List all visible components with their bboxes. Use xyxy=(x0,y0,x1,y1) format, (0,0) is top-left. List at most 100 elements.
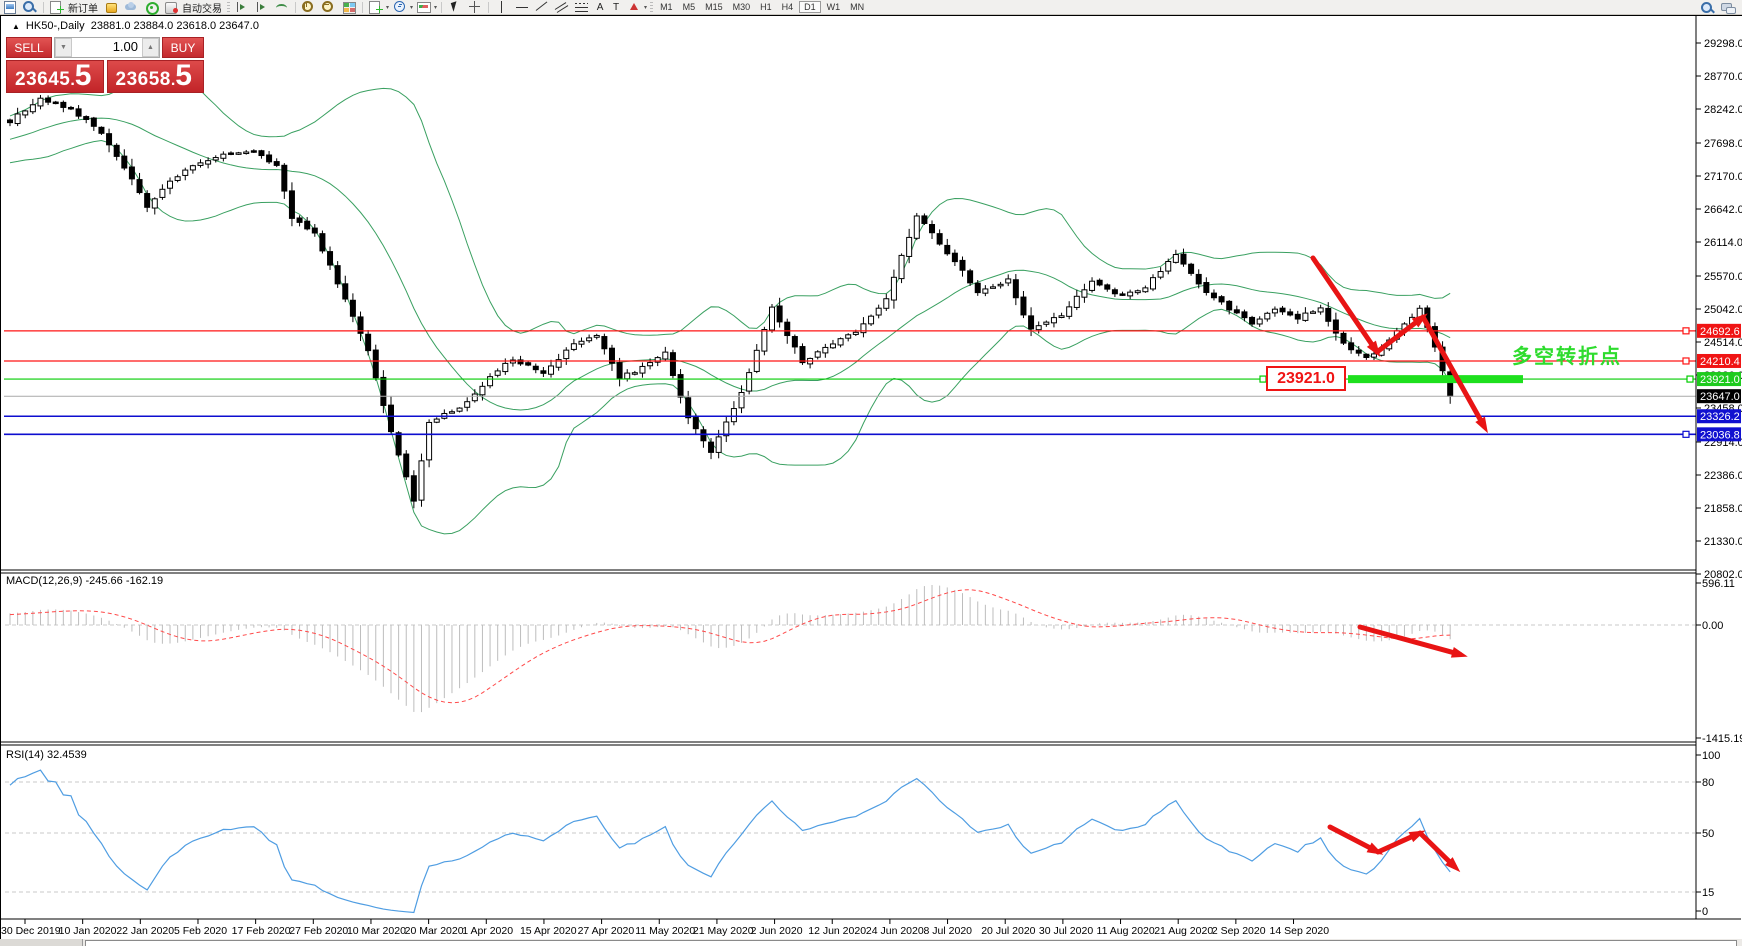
timeframe-w1[interactable]: W1 xyxy=(823,2,845,12)
buy-price-button[interactable]: 23658.5 xyxy=(107,60,205,93)
bottom-pane xyxy=(85,940,1737,946)
fibonacci-icon xyxy=(575,1,589,13)
svg-text:21 May 2020: 21 May 2020 xyxy=(693,925,754,937)
collapse-arrow-icon[interactable]: ▲ xyxy=(12,22,20,31)
sell-button[interactable]: SELL xyxy=(6,37,52,58)
chevron-down-icon: ▾ xyxy=(410,4,413,11)
svg-text:30 Jul 2020: 30 Jul 2020 xyxy=(1039,925,1093,937)
search-icon xyxy=(1701,2,1715,14)
svg-text:25042.0: 25042.0 xyxy=(1704,304,1742,316)
chart-mode-button[interactable] xyxy=(272,1,292,14)
svg-text:1 Apr 2020: 1 Apr 2020 xyxy=(462,925,513,937)
svg-text:21858.0: 21858.0 xyxy=(1704,503,1742,515)
buy-price-main: 23658 xyxy=(116,69,171,91)
cursor-tool-button[interactable] xyxy=(445,1,465,14)
crosshair-tool-button[interactable] xyxy=(465,1,485,14)
horizontal-line-icon xyxy=(515,1,529,13)
toolbar-separator xyxy=(43,2,44,13)
indicators-button[interactable]: ▾ xyxy=(366,1,390,14)
volume-spinner[interactable]: ▼ 1.00 ▲ xyxy=(54,37,160,58)
svg-text:10 Mar 2020: 10 Mar 2020 xyxy=(347,925,406,937)
timeframe-mn[interactable]: MN xyxy=(846,2,868,12)
chart-shift-button[interactable] xyxy=(252,1,272,14)
crosshair-icon xyxy=(468,1,482,13)
svg-text:27170.0: 27170.0 xyxy=(1704,171,1742,183)
volume-down-button[interactable]: ▼ xyxy=(55,38,72,57)
timeframe-m5[interactable]: M5 xyxy=(679,2,700,12)
timeframe-m30[interactable]: M30 xyxy=(729,2,755,12)
tile-windows-button[interactable] xyxy=(339,1,359,14)
search-button[interactable] xyxy=(1698,1,1718,14)
timeframe-m1[interactable]: M1 xyxy=(656,2,677,12)
price-level-label[interactable]: 23921.0 xyxy=(1266,366,1346,391)
sounds-button[interactable] xyxy=(101,1,121,14)
timeframe-h1[interactable]: H1 xyxy=(756,2,776,12)
svg-text:17 Feb 2020: 17 Feb 2020 xyxy=(232,925,291,937)
turning-point-annotation[interactable]: 多空转折点 xyxy=(1512,340,1622,369)
zoom-in-button[interactable] xyxy=(299,1,319,14)
svg-text:24692.6: 24692.6 xyxy=(1700,326,1740,338)
trendline-tool-button[interactable] xyxy=(532,1,552,14)
svg-text:14 Sep 2020: 14 Sep 2020 xyxy=(1270,925,1330,937)
svg-text:22 Jan 2020: 22 Jan 2020 xyxy=(116,925,174,937)
channel-tool-button[interactable] xyxy=(552,1,572,14)
periods-button[interactable]: ▾ xyxy=(390,1,414,14)
arrow-objects-icon xyxy=(627,1,641,13)
support-line-23921[interactable] xyxy=(4,376,1696,382)
svg-text:0: 0 xyxy=(1702,906,1708,918)
rsi-axis: 1008050150 xyxy=(1696,750,1720,918)
svg-text:15: 15 xyxy=(1702,887,1714,899)
cloud-button[interactable] xyxy=(121,1,141,14)
auto-trading-label: 自动交易 xyxy=(182,0,222,15)
buy-button[interactable]: BUY xyxy=(162,37,204,58)
auto-scroll-button[interactable] xyxy=(232,1,252,14)
arrows-tool-button[interactable]: ▾ xyxy=(624,1,648,14)
auto-trading-button[interactable]: 自动交易 xyxy=(161,1,225,14)
main-toolbar: 新订单 自动交易 ▾ ▾ ▾ A T ▾ M1M5M15M30H1H xyxy=(0,0,1742,15)
template-icon xyxy=(417,1,431,13)
label-tool-button[interactable]: T xyxy=(608,1,624,14)
new-order-button[interactable]: 新订单 xyxy=(47,1,101,14)
volume-up-button[interactable]: ▲ xyxy=(142,38,159,57)
svg-text:23647.0: 23647.0 xyxy=(1700,391,1740,403)
line-chart-icon xyxy=(275,1,289,13)
fibonacci-tool-button[interactable] xyxy=(572,1,592,14)
timeframe-m15[interactable]: M15 xyxy=(701,2,727,12)
bottom-tab[interactable] xyxy=(0,939,83,946)
macd-label: MACD(12,26,9) -245.66 -162.19 xyxy=(6,575,163,587)
rsi-value: 32.4539 xyxy=(44,749,87,761)
timeframe-h4[interactable]: H4 xyxy=(778,2,798,12)
svg-text:26114.0: 26114.0 xyxy=(1704,237,1742,249)
templates-button[interactable]: ▾ xyxy=(414,1,438,14)
vline-tool-button[interactable] xyxy=(492,1,512,14)
trend-arrows[interactable] xyxy=(1313,258,1488,872)
hline-23036.8[interactable] xyxy=(4,431,1696,437)
new-chart-button[interactable] xyxy=(0,1,20,14)
svg-text:15 Apr 2020: 15 Apr 2020 xyxy=(520,925,577,937)
chart-title: ▲ HK50-,Daily 23881.0 23884.0 23618.0 23… xyxy=(12,20,259,32)
svg-text:23921.0: 23921.0 xyxy=(1700,374,1740,386)
chevron-down-icon: ▾ xyxy=(644,4,647,11)
zoom-out-button[interactable] xyxy=(319,1,339,14)
chart-canvas[interactable]: 29298.028770.028242.027698.027170.026642… xyxy=(0,0,1742,946)
profiles-button[interactable] xyxy=(20,1,40,14)
chat-button[interactable] xyxy=(1718,1,1738,14)
volume-value[interactable]: 1.00 xyxy=(72,38,142,57)
profiles-icon xyxy=(23,1,37,13)
svg-text:24514.0: 24514.0 xyxy=(1704,337,1742,349)
timeframe-d1[interactable]: D1 xyxy=(799,1,821,13)
hline-24692.6[interactable] xyxy=(4,328,1696,334)
text-tool-button[interactable]: A xyxy=(592,1,608,14)
macd-axis: 596.110.00-1415.19 xyxy=(1696,578,1742,745)
svg-text:10 Jan 2020: 10 Jan 2020 xyxy=(59,925,117,937)
svg-text:23326.2: 23326.2 xyxy=(1700,411,1740,423)
timeframe-bar: M1M5M15M30H1H4D1W1MN xyxy=(655,1,869,13)
sell-price-button[interactable]: 23645.5 xyxy=(6,60,104,93)
svg-text:21330.0: 21330.0 xyxy=(1704,536,1742,548)
signals-button[interactable] xyxy=(141,1,161,14)
toolbar-separator xyxy=(362,2,363,13)
svg-text:30 Dec 2019: 30 Dec 2019 xyxy=(1,925,61,937)
chart-shift-icon xyxy=(255,1,269,13)
vertical-line-icon xyxy=(495,1,509,13)
hline-tool-button[interactable] xyxy=(512,1,532,14)
